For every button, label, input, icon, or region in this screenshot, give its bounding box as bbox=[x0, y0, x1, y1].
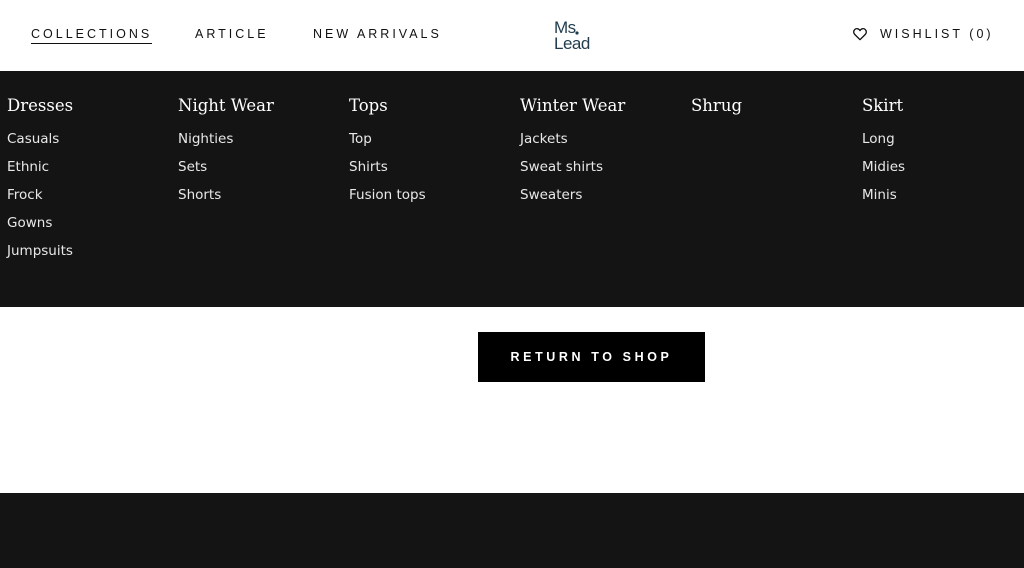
heart-outline-icon bbox=[853, 27, 867, 41]
menu-item-casuals[interactable]: Casuals bbox=[7, 131, 73, 159]
menu-item-jumpsuits[interactable]: Jumpsuits bbox=[7, 243, 73, 271]
menu-heading-shrug[interactable]: Shrug bbox=[691, 95, 742, 117]
menu-item-sweat-shirts[interactable]: Sweat shirts bbox=[520, 159, 625, 187]
menu-column-tops: Tops Top Shirts Fusion tops bbox=[349, 95, 426, 215]
menu-heading-dresses[interactable]: Dresses bbox=[7, 95, 73, 117]
menu-item-sets[interactable]: Sets bbox=[178, 159, 274, 187]
menu-item-midies[interactable]: Midies bbox=[862, 159, 905, 187]
return-to-shop-button[interactable]: RETURN TO SHOP bbox=[478, 332, 705, 382]
menu-item-fusion-tops[interactable]: Fusion tops bbox=[349, 187, 426, 215]
menu-column-night-wear: Night Wear Nighties Sets Shorts bbox=[178, 95, 274, 215]
menu-item-long[interactable]: Long bbox=[862, 131, 905, 159]
nav-new-arrivals[interactable]: NEW ARRIVALS bbox=[313, 26, 442, 42]
site-footer bbox=[0, 493, 1024, 568]
menu-heading-skirt[interactable]: Skirt bbox=[862, 95, 905, 117]
menu-item-minis[interactable]: Minis bbox=[862, 187, 905, 215]
brand-logo-mark: Ms Lead bbox=[554, 18, 590, 53]
menu-heading-winter-wear[interactable]: Winter Wear bbox=[520, 95, 625, 117]
site-header: COLLECTIONS ARTICLE NEW ARRIVALS Ms Lead… bbox=[0, 0, 1024, 71]
menu-item-ethnic[interactable]: Ethnic bbox=[7, 159, 73, 187]
menu-column-skirt: Skirt Long Midies Minis bbox=[862, 95, 905, 215]
menu-item-gowns[interactable]: Gowns bbox=[7, 215, 73, 243]
menu-item-shorts[interactable]: Shorts bbox=[178, 187, 274, 215]
wishlist-label: WISHLIST (0) bbox=[880, 27, 994, 41]
menu-item-nighties[interactable]: Nighties bbox=[178, 131, 274, 159]
menu-column-winter-wear: Winter Wear Jackets Sweat shirts Sweater… bbox=[520, 95, 625, 215]
menu-column-dresses: Dresses Casuals Ethnic Frock Gowns Jumps… bbox=[7, 95, 73, 271]
menu-item-jackets[interactable]: Jackets bbox=[520, 131, 625, 159]
menu-heading-tops[interactable]: Tops bbox=[349, 95, 426, 117]
menu-item-sweaters[interactable]: Sweaters bbox=[520, 187, 625, 215]
wishlist-link[interactable]: WISHLIST (0) bbox=[852, 25, 994, 43]
svg-text:Lead: Lead bbox=[554, 34, 590, 53]
menu-item-shirts[interactable]: Shirts bbox=[349, 159, 426, 187]
nav-collections[interactable]: COLLECTIONS bbox=[31, 26, 153, 44]
menu-item-frock[interactable]: Frock bbox=[7, 187, 73, 215]
nav-article[interactable]: ARTICLE bbox=[195, 26, 269, 42]
menu-heading-night-wear[interactable]: Night Wear bbox=[178, 95, 274, 117]
mega-menu: Dresses Casuals Ethnic Frock Gowns Jumps… bbox=[0, 71, 1024, 307]
menu-item-top[interactable]: Top bbox=[349, 131, 426, 159]
menu-column-shrug: Shrug bbox=[691, 95, 742, 131]
brand-logo[interactable]: Ms Lead bbox=[552, 17, 604, 53]
